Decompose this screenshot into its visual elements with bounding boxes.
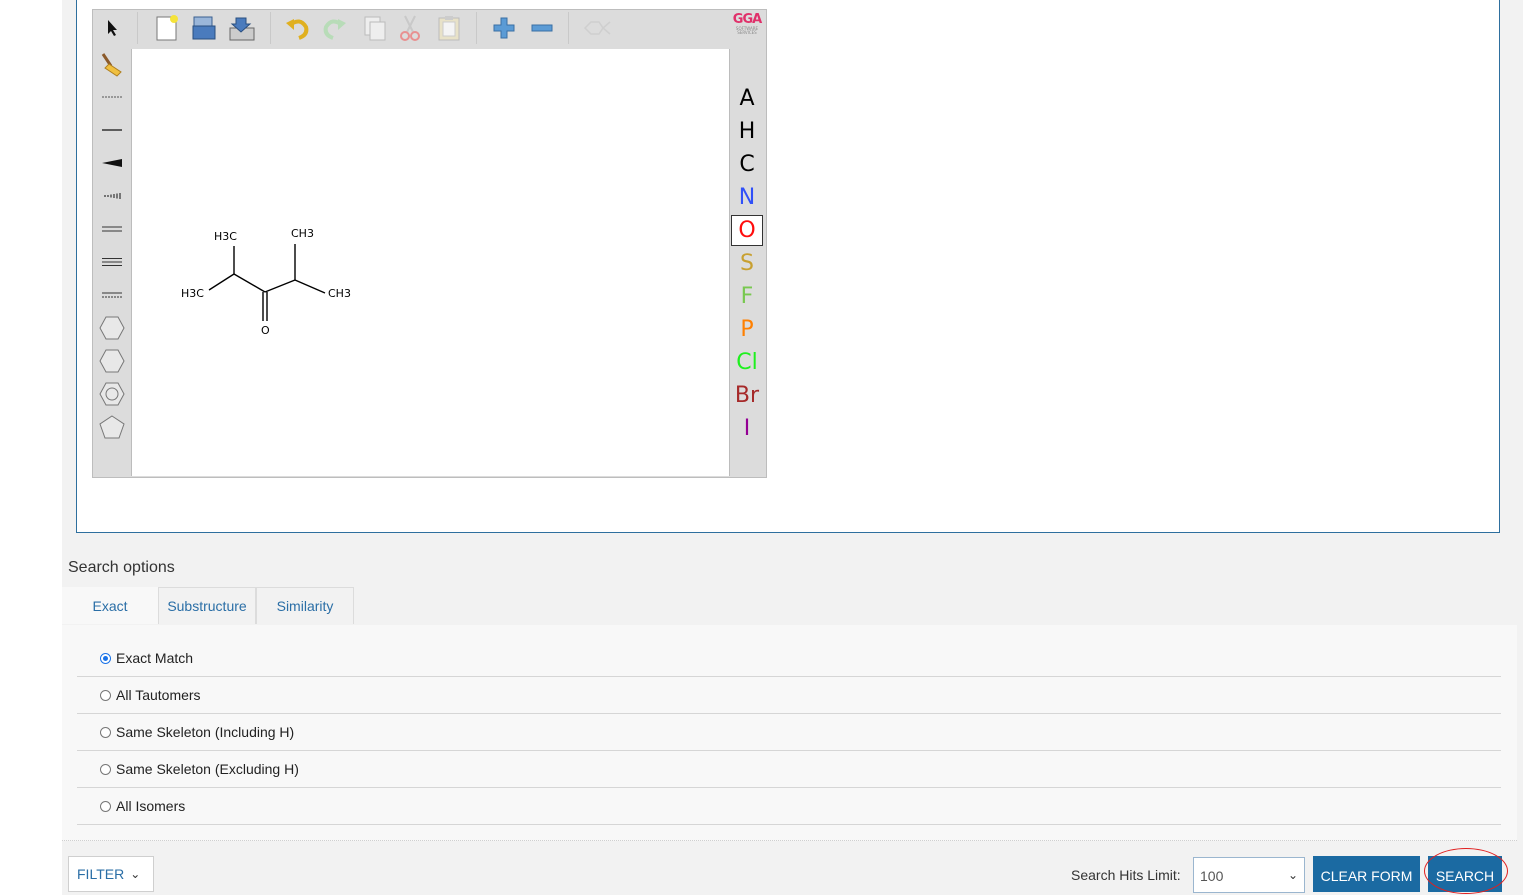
cyclopentadiene-ring-icon[interactable] [97,379,127,409]
option-all-tautomers[interactable]: All Tautomers [77,677,1501,714]
atom-fluorine[interactable]: F [731,281,763,312]
chevron-down-icon: ⌄ [1287,868,1298,882]
toolbar-divider [476,12,477,44]
molecule-drawing: H3C CH3 H3C CH3 O [181,227,351,337]
annotation-circle [1424,848,1508,894]
hits-value: 100 [1200,868,1224,884]
drawing-canvas[interactable]: H3C CH3 H3C CH3 O [131,49,730,476]
atom-chlorine[interactable]: Cl [731,347,763,378]
redo-icon[interactable] [319,11,351,45]
benzene-ring-icon[interactable] [97,313,127,343]
double-bond-icon[interactable] [97,214,127,244]
search-hits-limit-label: Search Hits Limit: [1071,867,1181,883]
tab-substructure[interactable]: Substructure [158,587,256,624]
new-file-icon[interactable] [150,11,184,45]
hash-bond-icon[interactable] [97,181,127,211]
tab-similarity[interactable]: Similarity [256,587,354,624]
atom-hydrogen[interactable]: H [731,116,763,147]
toolbar-divider [137,12,138,44]
search-hits-limit-select[interactable]: 100 ⌄ [1193,857,1305,893]
atom-iodine[interactable]: I [731,413,763,444]
tab-exact[interactable]: Exact [62,587,158,624]
atom-sulfur[interactable]: S [731,248,763,279]
filter-button[interactable]: FILTER ⌄ [68,856,154,892]
label-ch3-right: CH3 [328,287,351,300]
atom-phosphorus[interactable]: P [731,314,763,345]
option-same-skeleton-including-h[interactable]: Same Skeleton (Including H) [77,714,1501,751]
save-file-icon[interactable] [224,11,260,45]
pointer-icon[interactable] [97,12,127,44]
toolbar-divider [270,12,271,44]
radio-same-skeleton-including-h[interactable] [100,726,111,738]
clear-form-button[interactable]: CLEAR FORM [1313,856,1420,892]
option-exact-match[interactable]: Exact Match [77,640,1501,677]
toolbar-divider [568,12,569,44]
eraser-icon[interactable] [97,49,127,79]
chevron-down-icon: ⌄ [130,867,141,881]
option-same-skeleton-excluding-h[interactable]: Same Skeleton (Excluding H) [77,751,1501,788]
any-bond-icon[interactable] [97,82,127,112]
clean-structure-icon[interactable] [580,11,616,45]
atom-nitrogen[interactable]: N [731,182,763,213]
cyclohexane-icon[interactable] [97,346,127,376]
search-tabs: Exact Substructure Similarity [62,587,354,625]
atom-carbon[interactable]: C [731,149,763,180]
option-label: Same Skeleton (Excluding H) [116,761,299,777]
atom-any[interactable]: A [731,83,763,114]
cyclopentane-icon[interactable] [97,412,127,442]
ggasoftware-logo: GGA SOFTWARE SERVICES [732,12,762,35]
label-ch3-top: CH3 [291,227,314,240]
zoom-out-icon[interactable] [525,11,559,45]
zoom-in-icon[interactable] [487,11,521,45]
aromatic-bond-icon[interactable] [97,280,127,310]
filter-label: FILTER [77,866,125,882]
copy-icon[interactable] [359,11,391,45]
search-options-title: Search options [68,559,175,576]
option-label: All Isomers [116,798,186,814]
option-label: All Tautomers [116,687,201,703]
atom-oxygen[interactable]: O [731,215,763,246]
open-file-icon[interactable] [187,11,221,45]
atom-bromine[interactable]: Br [731,380,763,411]
radio-all-tautomers[interactable] [100,689,111,701]
option-all-isomers[interactable]: All Isomers [77,788,1501,825]
label-h3c-top: H3C [214,230,237,243]
wedge-bond-icon[interactable] [97,148,127,178]
radio-all-isomers[interactable] [100,800,111,812]
paste-icon[interactable] [432,11,466,45]
radio-same-skeleton-excluding-h[interactable] [100,763,111,775]
option-label: Same Skeleton (Including H) [116,724,295,740]
cut-icon[interactable] [394,11,426,45]
triple-bond-icon[interactable] [97,247,127,277]
label-h3c-left: H3C [181,287,204,300]
undo-icon[interactable] [281,11,313,45]
radio-exact-match[interactable] [100,652,111,664]
single-bond-icon[interactable] [97,115,127,145]
label-oxygen: O [261,324,270,337]
option-label: Exact Match [116,650,194,666]
